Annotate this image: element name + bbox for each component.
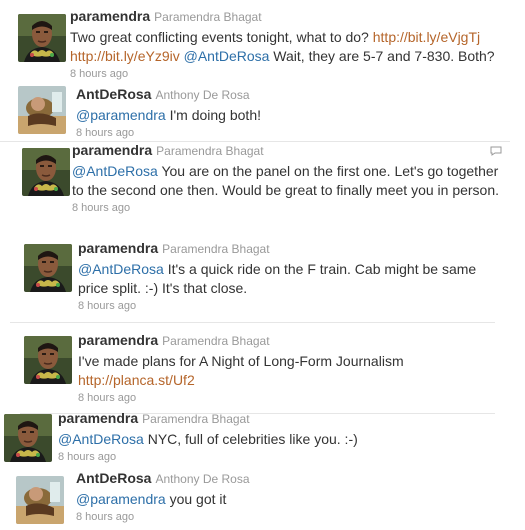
timestamp[interactable]: 8 hours ago — [70, 68, 520, 80]
tweet-text-segment: I've made plans for A Night of Long-Form… — [78, 353, 404, 369]
antderosa-avatar-image — [18, 86, 66, 134]
timestamp[interactable]: 8 hours ago — [58, 451, 488, 463]
mention-link[interactable]: @paramendra — [76, 491, 166, 507]
paramendra-avatar-image — [18, 14, 66, 62]
screen-name[interactable]: paramendra — [70, 8, 150, 24]
avatar-paramendra[interactable] — [24, 244, 72, 292]
paramendra-avatar-image — [24, 244, 72, 292]
timestamp[interactable]: 8 hours ago — [78, 300, 510, 312]
full-name: Anthony De Rosa — [155, 472, 250, 486]
tweet-text-segment: Wait, they are 5-7 and 7-830. Both? — [269, 48, 495, 64]
mention-link[interactable]: @AntDeRosa — [78, 261, 164, 277]
screen-name[interactable]: paramendra — [58, 410, 138, 426]
tweet-link[interactable]: http://bit.ly/eYz9iv — [70, 48, 180, 64]
full-name: Paramendra Bhagat — [142, 412, 250, 426]
tweet-link[interactable]: http://planca.st/Uf2 — [78, 372, 195, 388]
tweet-text: @paramendra you got it — [76, 490, 496, 509]
full-name: Paramendra Bhagat — [154, 10, 262, 24]
tweet-text: @paramendra I'm doing both! — [76, 106, 506, 125]
avatar-paramendra[interactable] — [22, 148, 70, 196]
tweet-text: I've made plans for A Night of Long-Form… — [78, 352, 498, 390]
paramendra-avatar-image — [4, 414, 52, 462]
avatar-paramendra[interactable] — [4, 414, 52, 462]
avatar-paramendra[interactable] — [18, 14, 66, 62]
timestamp[interactable]: 8 hours ago — [78, 392, 498, 404]
paramendra-avatar-image — [24, 336, 72, 384]
full-name: Paramendra Bhagat — [162, 334, 270, 348]
reply-icon[interactable] — [490, 146, 502, 156]
full-name: Paramendra Bhagat — [156, 144, 264, 158]
screen-name[interactable]: paramendra — [78, 240, 158, 256]
timestamp[interactable]: 8 hours ago — [72, 202, 504, 214]
tweet-text: @AntDeRosa NYC, full of celebrities like… — [58, 430, 488, 449]
antderosa-avatar-image — [16, 476, 64, 524]
screen-name[interactable]: paramendra — [72, 142, 152, 158]
mention-link[interactable]: @paramendra — [76, 107, 166, 123]
tweet-text: @AntDeRosa You are on the panel on the f… — [72, 162, 504, 200]
tweet-text: Two great conflicting events tonight, wh… — [70, 28, 520, 66]
avatar-antderosa[interactable] — [18, 86, 66, 134]
tweet-text-segment: Two great conflicting events tonight, wh… — [70, 29, 373, 45]
mention-link[interactable]: @AntDeRosa — [58, 431, 144, 447]
full-name: Anthony De Rosa — [155, 88, 250, 102]
mention-link[interactable]: @AntDeRosa — [184, 48, 270, 64]
paramendra-avatar-image — [22, 148, 70, 196]
tweet-text-segment: I'm doing both! — [165, 107, 261, 123]
avatar-paramendra[interactable] — [24, 336, 72, 384]
timestamp[interactable]: 8 hours ago — [76, 127, 506, 139]
avatar-antderosa[interactable] — [16, 476, 64, 524]
timestamp[interactable]: 8 hours ago — [76, 511, 496, 523]
tweet-text: @AntDeRosa It's a quick ride on the F tr… — [78, 260, 510, 298]
tweet-text-segment: you got it — [165, 491, 227, 507]
tweet-text-segment: NYC, full of celebrities like you. :-) — [143, 431, 358, 447]
screen-name[interactable]: AntDeRosa — [76, 470, 151, 486]
screen-name[interactable]: AntDeRosa — [76, 86, 151, 102]
mention-link[interactable]: @AntDeRosa — [72, 163, 158, 179]
screen-name[interactable]: paramendra — [78, 332, 158, 348]
tweet-link[interactable]: http://bit.ly/eVjgTj — [373, 29, 480, 45]
divider — [10, 322, 495, 323]
full-name: Paramendra Bhagat — [162, 242, 270, 256]
